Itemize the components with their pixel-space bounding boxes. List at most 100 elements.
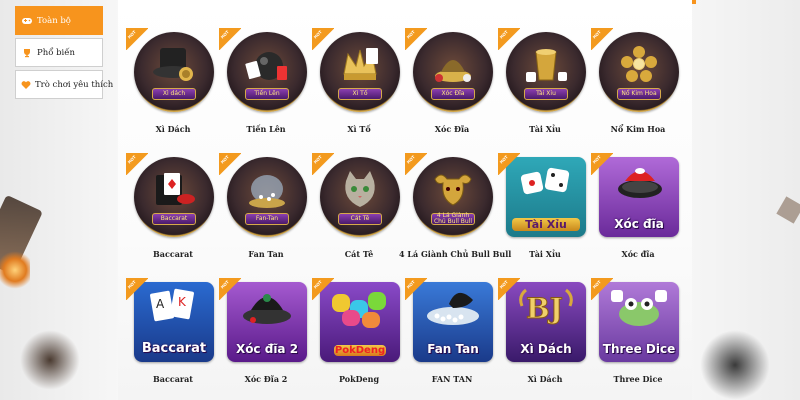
hot-badge: HOT: [498, 153, 520, 175]
fire-decoration: [0, 250, 30, 290]
game-plate: Tài Xỉu: [524, 88, 568, 100]
game-plate: Xì dách: [152, 88, 196, 100]
game-name: Baccarat: [153, 374, 193, 384]
smoke-decoration: [20, 330, 80, 390]
svg-text:BJ: BJ: [526, 292, 563, 325]
game-name: Xì Tố: [347, 124, 371, 134]
glass-dome-art: [249, 175, 285, 208]
svg-text:K: K: [178, 295, 187, 309]
game-plate: Fan-Tan: [245, 213, 289, 225]
dice-cup-art: [526, 49, 567, 82]
game-name: PokDeng: [338, 374, 380, 384]
heart-icon: [21, 79, 31, 91]
sidebar-item-favorites[interactable]: Trò chơi yêu thích: [15, 70, 113, 99]
game-plate: Xì Tố: [338, 88, 382, 100]
hot-badge: HOT: [405, 278, 427, 300]
game-plate: Xóc Đĩa: [431, 88, 475, 100]
game-card-xi-dach[interactable]: Xì dách HOT Xì Dách: [126, 28, 220, 146]
game-card-xi-dach-2[interactable]: BJ Xì Dách HOT Xì Dách: [498, 278, 592, 396]
hot-badge: HOT: [312, 28, 334, 50]
hot-badge: HOT: [405, 153, 427, 175]
cards-chips-art: AK: [150, 288, 194, 322]
game-card-no-kim-hoa[interactable]: Nổ Kim Hoa HOT Nổ Kim Hoa: [591, 28, 685, 146]
hot-badge: HOT: [126, 278, 148, 300]
game-card-tai-xiu[interactable]: Tài Xỉu HOT Tài Xỉu: [498, 28, 592, 146]
bj-logo-art: BJ: [519, 288, 573, 326]
game-card-tai-xiu-2[interactable]: Tài Xỉu HOT Tài Xỉu: [498, 153, 592, 271]
background-decoration: [0, 194, 43, 276]
game-card-xi-to[interactable]: Xì Tố HOT Xì Tố: [312, 28, 406, 146]
sidebar-item-label: Trò chơi yêu thích: [35, 79, 114, 90]
game-card-xoc-dia-2b[interactable]: Xóc đĩa 2 HOT Xóc Đĩa 2: [219, 278, 313, 396]
game-card-xoc-dia-2[interactable]: Xóc đĩa HOT Xóc đĩa: [591, 153, 685, 271]
svg-text:A: A: [156, 297, 165, 311]
bowl-plate-art: [435, 60, 471, 82]
trophy-icon: [21, 47, 33, 59]
crown-cards-art: [343, 48, 378, 80]
tile-title: Three Dice: [602, 342, 676, 356]
game-name: Tiến Lên: [246, 124, 286, 134]
game-name: 4 Lá Giành Chủ Bull Bull: [399, 249, 512, 259]
game-name: Three Dice: [613, 374, 663, 384]
hot-badge: HOT: [591, 28, 613, 50]
game-name: Nổ Kim Hoa: [610, 124, 666, 134]
bowl-beans-art: [427, 292, 479, 325]
game-plate: Baccarat: [152, 213, 196, 225]
hot-badge: HOT: [591, 278, 613, 300]
game-card-tien-len[interactable]: Tiến Lên HOT Tiến Lên: [219, 28, 313, 146]
game-name: Xì Dách: [155, 124, 191, 134]
tile-title: PokDeng: [334, 345, 386, 356]
game-card-cat-te[interactable]: Cát Tê HOT Cát Tê: [312, 153, 406, 271]
tile-title: Tài Xỉu: [512, 218, 580, 231]
game-name: Fan Tan: [248, 249, 284, 259]
game-card-4-la-bull-bull[interactable]: 4 Lá Giành Chủ Bull Bull HOT 4 Lá Giành …: [399, 153, 511, 271]
hot-badge: HOT: [219, 28, 241, 50]
gamepad-icon: [21, 15, 33, 27]
game-name: Baccarat: [153, 249, 193, 259]
game-name: Tài Xỉu: [529, 249, 561, 259]
game-card-xoc-dia[interactable]: Xóc Đĩa HOT Xóc Đĩa: [405, 28, 499, 146]
game-name: Xì Dách: [527, 374, 563, 384]
hot-badge: HOT: [219, 153, 241, 175]
tile-title: Xì Dách: [520, 342, 572, 356]
bomb-cards-art: [245, 52, 287, 80]
cards-chips-art: [156, 173, 195, 205]
frog-dice-art: [611, 290, 667, 326]
game-card-pokdeng[interactable]: PokDeng HOT PokDeng: [312, 278, 406, 396]
sidebar-item-all[interactable]: Toàn bộ: [15, 6, 103, 35]
hot-badge: HOT: [591, 153, 613, 175]
game-name: FAN TAN: [431, 374, 473, 384]
bull-art: [434, 174, 472, 206]
hot-badge: HOT: [498, 28, 520, 50]
hot-badge: HOT: [312, 278, 334, 300]
game-name: Xóc Đĩa 2: [244, 374, 288, 384]
tile-title: Xóc đĩa 2: [235, 342, 299, 356]
game-grid: Xì dách HOT Xì Dách Tiến Lên HOT Tiến Lê…: [118, 0, 692, 400]
hot-badge: HOT: [219, 278, 241, 300]
tile-title: Xóc đĩa: [614, 217, 664, 231]
game-name: Xóc đĩa: [621, 249, 655, 259]
hot-badge: HOT: [498, 278, 520, 300]
sidebar-item-popular[interactable]: Phổ biến: [15, 38, 103, 67]
tile-title: Baccarat: [141, 341, 207, 356]
game-plate: Nổ Kim Hoa: [617, 88, 661, 100]
hot-badge: HOT: [312, 153, 334, 175]
game-card-fan-tan-2[interactable]: Fan Tan HOT FAN TAN: [405, 278, 499, 396]
jelly-characters-art: [332, 292, 386, 328]
game-card-fan-tan[interactable]: Fan-Tan HOT Fan Tan: [219, 153, 313, 271]
category-sidebar: Toàn bộ Phổ biến Trò chơi yêu thích: [15, 6, 113, 102]
dice-art: [520, 167, 570, 195]
game-card-baccarat[interactable]: Baccarat HOT Baccarat: [126, 153, 220, 271]
debris-decoration: [776, 196, 800, 224]
top-hat-cards-art: [153, 48, 193, 81]
game-name: Tài Xỉu: [529, 124, 561, 134]
sidebar-item-label: Phổ biến: [37, 47, 75, 58]
smoke-decoration: [690, 320, 780, 400]
game-card-three-dice[interactable]: Three Dice HOT Three Dice: [591, 278, 685, 396]
tile-title: Fan Tan: [427, 342, 479, 356]
game-card-baccarat-2[interactable]: AK Baccarat HOT Baccarat: [126, 278, 220, 396]
hot-badge: HOT: [405, 28, 427, 50]
game-plate: Tiến Lên: [245, 88, 289, 100]
sidebar-item-label: Toàn bộ: [37, 15, 71, 26]
cat-art: [345, 171, 375, 207]
